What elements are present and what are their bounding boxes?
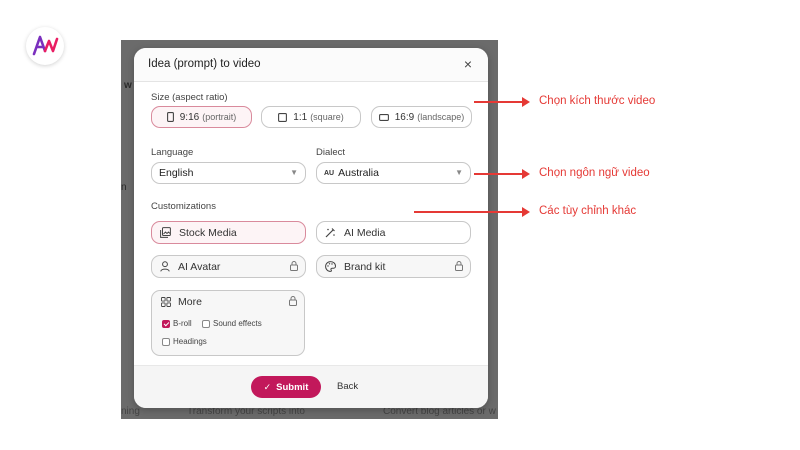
size-option-sub: (portrait) (202, 112, 237, 122)
checkbox-box[interactable] (202, 319, 210, 328)
more-label: More (178, 296, 202, 308)
submit-button[interactable]: ✓ Submit (251, 376, 321, 398)
lock-icon (455, 261, 463, 271)
option-label: AI Avatar (178, 260, 221, 273)
more-options-panel: More B-roll Sound effects Headings (151, 290, 305, 356)
sound-effects-checkbox[interactable]: Sound effects (202, 319, 262, 328)
ai-media-icon (325, 227, 336, 238)
dialect-select[interactable]: AU Australia ▼ (316, 162, 471, 184)
size-label: Size (aspect ratio) (151, 92, 228, 103)
square-icon (278, 112, 288, 122)
annotation-arrow (414, 207, 530, 217)
stock-media-icon (160, 227, 171, 238)
customizations-label: Customizations (151, 201, 216, 212)
language-value: English (159, 167, 194, 179)
portrait-icon (166, 112, 174, 122)
av-logo-icon (32, 35, 59, 56)
size-option-portrait[interactable]: 9:16 (portrait) (151, 106, 252, 128)
option-ai-avatar[interactable]: AI Avatar (151, 255, 306, 278)
check-icon: ✓ (263, 381, 272, 392)
headings-checkbox[interactable]: Headings (162, 337, 207, 346)
option-label: AI Media (344, 226, 386, 239)
option-label: Brand kit (344, 260, 386, 273)
more-header[interactable]: More (161, 296, 202, 308)
dialect-value: Australia (338, 167, 379, 179)
submit-label: Submit (276, 381, 309, 393)
b-roll-checkbox[interactable]: B-roll (162, 319, 192, 328)
checkbox-label: B-roll (173, 319, 192, 328)
dialog-footer: ✓ Submit Back (134, 365, 488, 408)
size-option-square[interactable]: 1:1 (square) (261, 106, 361, 128)
idea-to-video-dialog: Idea (prompt) to video × Size (aspect ra… (134, 48, 488, 408)
lock-icon (290, 261, 298, 271)
close-button[interactable]: × (464, 55, 472, 73)
size-option-landscape[interactable]: 16:9 (landscape) (371, 106, 472, 128)
size-option-label: 16:9 (394, 111, 415, 123)
size-option-sub: (landscape) (417, 112, 465, 122)
landscape-icon (378, 113, 389, 121)
checkbox-box[interactable] (162, 337, 170, 346)
option-stock-media[interactable]: Stock Media (151, 221, 306, 244)
dialog-title: Idea (prompt) to video (148, 58, 261, 70)
background-text: n (121, 182, 127, 193)
dialog-header: Idea (prompt) to video × (134, 48, 488, 82)
checkbox-box[interactable] (162, 319, 170, 328)
language-select[interactable]: English ▼ (151, 162, 306, 184)
language-label: Language (151, 147, 194, 158)
size-option-sub: (square) (310, 112, 344, 122)
option-ai-media[interactable]: AI Media (316, 221, 471, 244)
annotation-text: Chọn ngôn ngữ video (539, 167, 650, 179)
annotation-arrow (474, 169, 530, 179)
chevron-down-icon: ▼ (455, 168, 463, 177)
option-brand-kit[interactable]: Brand kit (316, 255, 471, 278)
background-text: w (124, 80, 132, 91)
annotation-arrow (474, 97, 530, 107)
dialect-label: Dialect (316, 147, 346, 158)
annotation-text: Chọn kích thước video (539, 95, 656, 107)
size-option-label: 9:16 (179, 111, 200, 123)
av-logo (26, 27, 64, 65)
palette-icon (325, 261, 336, 272)
chevron-down-icon: ▼ (290, 168, 298, 177)
option-label: Stock Media (179, 226, 237, 239)
size-option-label: 1:1 (293, 111, 308, 123)
back-button[interactable]: Back (337, 381, 358, 392)
checkbox-label: Headings (173, 337, 207, 346)
dialect-code: AU (324, 169, 335, 177)
lock-icon (289, 296, 297, 306)
avatar-icon (160, 261, 170, 272)
checkbox-label: Sound effects (213, 319, 262, 328)
grid-icon (161, 297, 171, 307)
annotation-text: Các tùy chỉnh khác (539, 205, 637, 217)
